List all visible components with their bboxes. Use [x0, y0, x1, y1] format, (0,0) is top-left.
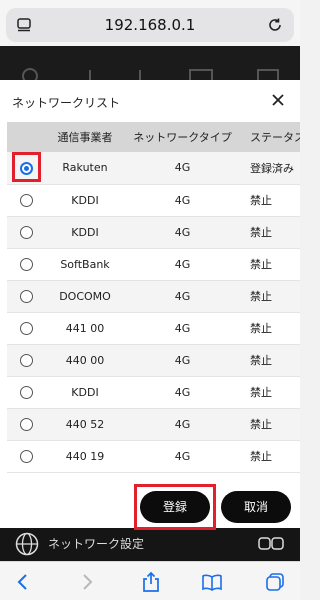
- carrier-cell: 440 52: [45, 408, 125, 441]
- network-settings-label: ネットワーク設定: [48, 537, 145, 551]
- status-cell: 禁止: [240, 248, 300, 281]
- forward-icon[interactable]: [76, 571, 98, 593]
- network-type-cell: 4G: [125, 440, 240, 473]
- network-type-cell: 4G: [125, 344, 240, 377]
- address-bar[interactable]: 192.168.0.1: [6, 8, 294, 42]
- header-status: ステータス: [240, 122, 300, 152]
- status-cell: 禁止: [240, 312, 300, 345]
- radio-button[interactable]: [19, 417, 33, 431]
- table-header-row: 通信事業者 ネットワークタイプ ステータス: [7, 122, 300, 152]
- table-row[interactable]: KDDI 4G 禁止: [7, 216, 300, 249]
- share-icon[interactable]: [140, 571, 162, 593]
- radio-button[interactable]: [19, 385, 33, 399]
- table-row[interactable]: KDDI 4G 禁止: [7, 376, 300, 409]
- carrier-cell: KDDI: [45, 376, 125, 409]
- reload-icon[interactable]: [266, 16, 284, 34]
- browser-top-bar: 192.168.0.1: [0, 0, 300, 46]
- radio-button[interactable]: [19, 353, 33, 367]
- radio-button[interactable]: [19, 321, 33, 335]
- header-network-type: ネットワークタイプ: [125, 122, 240, 152]
- carrier-cell: 440 19: [45, 440, 125, 473]
- bookmarks-icon[interactable]: [201, 571, 223, 593]
- carrier-cell: 440 00: [45, 344, 125, 377]
- back-icon[interactable]: [12, 571, 34, 593]
- tabs-icon[interactable]: [264, 571, 286, 593]
- window-icon: [258, 537, 284, 550]
- globe-icon: [15, 532, 39, 556]
- table-row[interactable]: KDDI 4G 禁止: [7, 184, 300, 217]
- table-row[interactable]: 440 19 4G 禁止: [7, 440, 300, 473]
- radio-button[interactable]: [19, 193, 33, 207]
- close-icon[interactable]: [268, 90, 288, 110]
- table-row[interactable]: Rakuten 4G 登録済み: [7, 152, 300, 185]
- table-row[interactable]: 441 00 4G 禁止: [7, 312, 300, 345]
- modal-title: ネットワークリスト: [12, 96, 121, 110]
- carrier-cell: SoftBank: [45, 248, 125, 281]
- carrier-cell: KDDI: [45, 184, 125, 217]
- header-carrier: 通信事業者: [45, 122, 125, 152]
- network-type-cell: 4G: [125, 280, 240, 313]
- network-table: 通信事業者 ネットワークタイプ ステータス Rakuten 4G 登録済み KD…: [7, 122, 300, 473]
- carrier-cell: DOCOMO: [45, 280, 125, 313]
- radio-button[interactable]: [19, 289, 33, 303]
- table-row[interactable]: 440 52 4G 禁止: [7, 408, 300, 441]
- status-cell: 禁止: [240, 408, 300, 441]
- status-cell: 禁止: [240, 376, 300, 409]
- status-cell: 禁止: [240, 344, 300, 377]
- table-row[interactable]: DOCOMO 4G 禁止: [7, 280, 300, 313]
- header-select: [7, 122, 45, 152]
- network-type-cell: 4G: [125, 152, 240, 185]
- background-footer: ネットワーク設定: [0, 525, 300, 561]
- network-type-cell: 4G: [125, 376, 240, 409]
- network-type-cell: 4G: [125, 312, 240, 345]
- radio-button[interactable]: [19, 449, 33, 463]
- status-cell: 登録済み: [240, 152, 300, 185]
- status-cell: 禁止: [240, 184, 300, 217]
- url-text[interactable]: 192.168.0.1: [6, 16, 294, 34]
- status-cell: 禁止: [240, 216, 300, 249]
- browser-bottom-toolbar: [0, 561, 300, 600]
- radio-button[interactable]: [19, 225, 33, 239]
- radio-button[interactable]: [19, 257, 33, 271]
- network-list-modal: ネットワークリスト 通信事業者 ネットワークタイプ ステータス Rakuten …: [0, 80, 300, 528]
- status-cell: 禁止: [240, 280, 300, 313]
- network-type-cell: 4G: [125, 184, 240, 217]
- status-cell: 禁止: [240, 440, 300, 473]
- carrier-cell: Rakuten: [45, 152, 125, 185]
- carrier-cell: 441 00: [45, 312, 125, 345]
- selected-radio-highlight: [12, 152, 41, 182]
- network-type-cell: 4G: [125, 248, 240, 281]
- table-row[interactable]: SoftBank 4G 禁止: [7, 248, 300, 281]
- table-row[interactable]: 440 00 4G 禁止: [7, 344, 300, 377]
- network-type-cell: 4G: [125, 216, 240, 249]
- network-type-cell: 4G: [125, 408, 240, 441]
- carrier-cell: KDDI: [45, 216, 125, 249]
- cancel-button[interactable]: 取消: [221, 491, 291, 523]
- register-button[interactable]: 登録: [140, 491, 210, 523]
